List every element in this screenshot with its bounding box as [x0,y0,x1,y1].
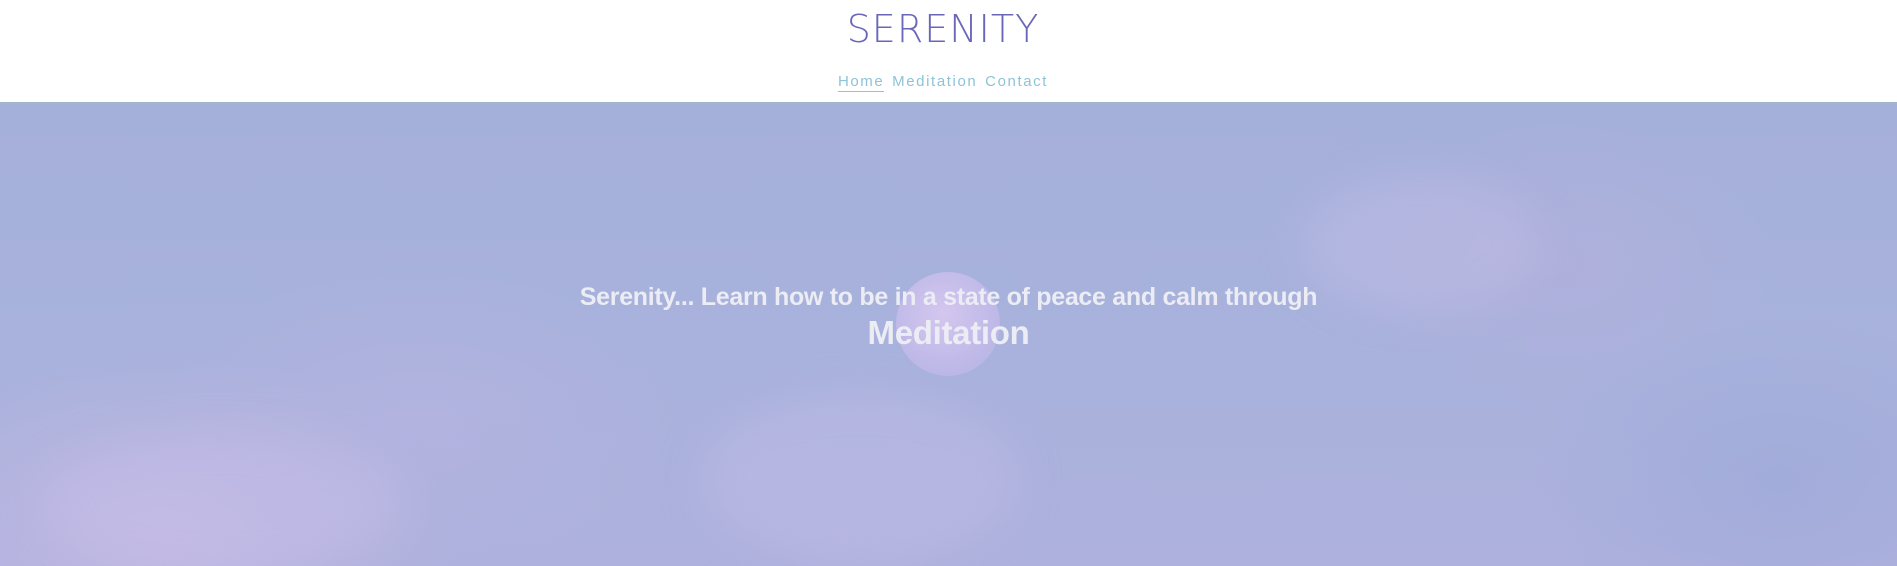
page: SERENITY Home Meditation Contact Serenit… [0,0,1897,566]
hero-headline: Serenity... Learn how to be in a state o… [579,283,1318,311]
cloud-haze [700,394,1020,564]
site-logo[interactable]: SERENITY [0,6,1886,52]
site-header: SERENITY Home Meditation Contact [0,0,1897,104]
hero-text: Serenity... Learn how to be in a state o… [0,280,1897,352]
nav-link-meditation[interactable]: Meditation [892,73,977,90]
main-nav: Home Meditation Contact [0,72,1886,92]
hero-subheadline: Meditation [867,314,1030,351]
nav-link-home[interactable]: Home [837,73,885,92]
hero-banner: Serenity... Learn how to be in a state o… [0,104,1897,566]
cloud-haze [40,434,400,566]
nav-link-contact[interactable]: Contact [985,73,1048,90]
